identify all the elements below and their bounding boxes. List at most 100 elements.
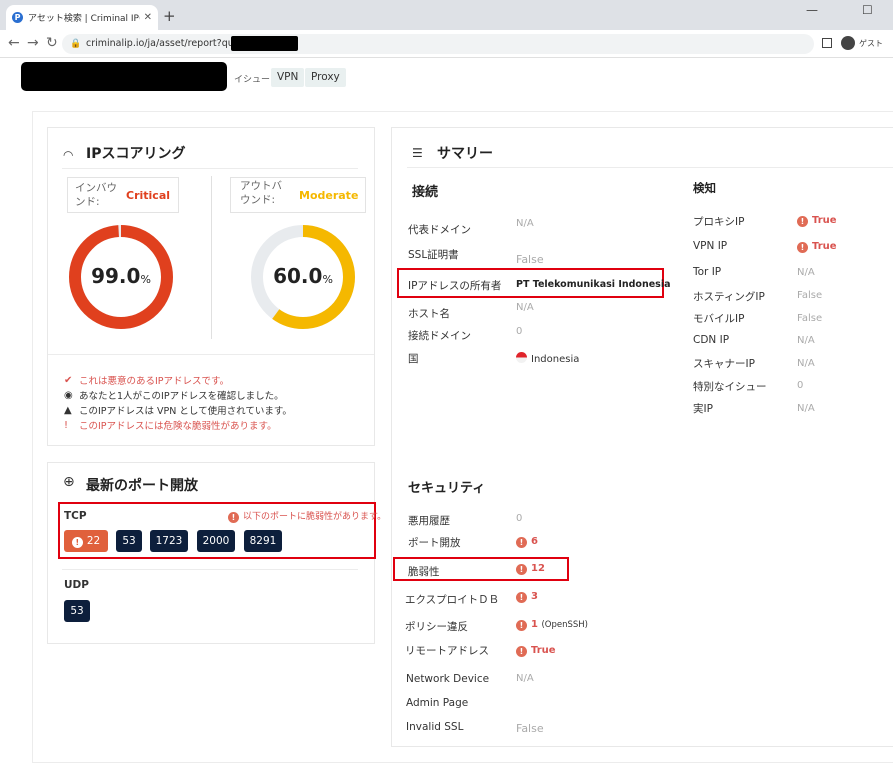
browser-tab[interactable]: P アセット検索 | Criminal IP(クリミ ✕ bbox=[6, 5, 158, 30]
address-bar[interactable]: 🔒 criminalip.io/ja/asset/report?query= bbox=[62, 34, 814, 54]
conn-value-connected-domain: 0 bbox=[516, 326, 523, 337]
det-value-scanner: N/A bbox=[797, 358, 815, 369]
det-value-text: True bbox=[812, 241, 837, 252]
sec-value-abuse: 0 bbox=[516, 513, 523, 524]
det-value-hosting: False bbox=[797, 290, 823, 301]
det-value-special-issue: 0 bbox=[797, 380, 804, 391]
note-text: これは悪意のあるIPアドレスです。 bbox=[79, 376, 230, 387]
badge-proxy: Proxy bbox=[305, 68, 346, 87]
reload-icon[interactable]: ↻ bbox=[46, 35, 58, 51]
profile-avatar-icon[interactable] bbox=[841, 36, 855, 50]
det-label-cdn: CDN IP bbox=[693, 334, 730, 346]
sec-value-open-ports: ! 6 bbox=[516, 536, 538, 548]
summary-title: サマリー bbox=[437, 146, 493, 162]
vuln-note-text: 以下のポートに脆弱性があります。 bbox=[243, 512, 387, 522]
sec-value-vulnerability: ! 12 bbox=[516, 563, 545, 575]
guest-label[interactable]: ゲスト bbox=[859, 38, 883, 49]
inbound-score-value: 99.0 bbox=[91, 264, 141, 288]
alert-icon: ! bbox=[516, 620, 527, 631]
alert-icon: ! bbox=[516, 564, 527, 575]
sec-label-invalid-ssl: Invalid SSL bbox=[406, 721, 464, 733]
conn-label-host: ホスト名 bbox=[408, 308, 450, 320]
conn-value-owner: PT Telekomunikasi Indonesia bbox=[516, 279, 671, 290]
divider bbox=[48, 354, 374, 355]
forward-icon[interactable]: → bbox=[27, 35, 39, 51]
port-53[interactable]: 53 bbox=[116, 530, 142, 552]
sec-value-extra: (OpenSSH) bbox=[541, 620, 588, 630]
sec-label-network-device: Network Device bbox=[406, 673, 490, 685]
udp-label: UDP bbox=[64, 579, 89, 591]
close-tab-icon[interactable]: ✕ bbox=[144, 12, 152, 23]
country-name: Indonesia bbox=[531, 354, 580, 365]
det-value-vpn: ! True bbox=[797, 241, 837, 253]
inbound-score: 99.0% bbox=[66, 264, 176, 288]
conn-label-owner: IPアドレスの所有者 bbox=[408, 280, 502, 292]
new-tab-icon[interactable]: + bbox=[163, 7, 176, 25]
ip-scoring-title: IPスコアリング bbox=[86, 146, 186, 162]
port-8291[interactable]: 8291 bbox=[244, 530, 282, 552]
outbound-label: アウトバウンド: bbox=[240, 180, 282, 206]
note-text: このIPアドレスには危険な脆弱性があります。 bbox=[79, 421, 277, 432]
sec-label-abuse: 悪用履歴 bbox=[408, 515, 450, 527]
outbound-score-value: 60.0 bbox=[273, 264, 323, 288]
redacted-query bbox=[231, 36, 298, 51]
alert-icon: ! bbox=[516, 646, 527, 657]
maximize-icon[interactable]: ☐ bbox=[862, 3, 873, 17]
sec-value-text: True bbox=[531, 645, 556, 656]
alert-icon: ! bbox=[516, 537, 527, 548]
connection-title: 接続 bbox=[412, 185, 439, 200]
det-value-mobile: False bbox=[797, 313, 823, 324]
tcp-label: TCP bbox=[64, 510, 87, 522]
globe-icon: ⊕ bbox=[63, 474, 75, 490]
inbound-label: インバウンド: bbox=[75, 182, 117, 208]
criminalip-favicon-icon: P bbox=[12, 12, 23, 23]
divider bbox=[62, 569, 358, 570]
outbound-percent: % bbox=[322, 273, 333, 286]
det-label-proxy: プロキシIP bbox=[693, 216, 745, 228]
det-value-real-ip: N/A bbox=[797, 403, 815, 414]
inbound-percent: % bbox=[140, 273, 151, 286]
redacted-ip-title bbox=[21, 62, 227, 91]
divider bbox=[62, 168, 358, 169]
det-label-scanner: スキャナーIP bbox=[693, 358, 755, 370]
security-title: セキュリティ bbox=[408, 481, 486, 496]
det-value-proxy: ! True bbox=[797, 215, 837, 227]
det-label-hosting: ホスティングIP bbox=[693, 291, 765, 303]
alert-icon: ! bbox=[71, 537, 83, 548]
back-icon[interactable]: ← bbox=[8, 35, 20, 51]
det-label-real-ip: 実IP bbox=[693, 403, 713, 415]
det-value-text: True bbox=[812, 215, 837, 226]
port-22[interactable]: ! 22 bbox=[64, 530, 108, 552]
alert-circle-icon: ! bbox=[64, 419, 69, 431]
minimize-icon[interactable]: — bbox=[806, 3, 818, 17]
alert-icon: ! bbox=[797, 216, 808, 227]
sec-value-network-device: N/A bbox=[516, 673, 534, 684]
sec-value-text: 3 bbox=[531, 591, 538, 602]
port-2000[interactable]: 2000 bbox=[197, 530, 235, 552]
conn-label-domain: 代表ドメイン bbox=[408, 224, 471, 236]
side-panel-icon[interactable] bbox=[822, 38, 832, 48]
browser-toolbar: ← → ↻ 🔒 criminalip.io/ja/asset/report?qu… bbox=[0, 30, 893, 58]
check-circle-icon: ✔ bbox=[64, 374, 73, 386]
conn-label-ssl: SSL証明書 bbox=[408, 249, 459, 261]
udp-port-53[interactable]: 53 bbox=[64, 600, 90, 622]
indonesia-flag-icon bbox=[516, 352, 527, 363]
vuln-note: ! 以下のポートに脆弱性があります。 bbox=[228, 509, 386, 523]
alert-icon: ! bbox=[797, 242, 808, 253]
note-malicious: ✔ これは悪意のあるIPアドレスです。 bbox=[64, 373, 230, 388]
eye-icon: ◉ bbox=[64, 389, 73, 401]
detection-title: 検知 bbox=[693, 181, 716, 195]
port-1723[interactable]: 1723 bbox=[150, 530, 188, 552]
alert-icon: ! bbox=[516, 592, 527, 603]
note-vulnerability: ! このIPアドレスには危険な脆弱性があります。 bbox=[64, 418, 277, 433]
conn-label-connected-domain: 接続ドメイン bbox=[408, 330, 471, 342]
det-value-cdn: N/A bbox=[797, 335, 815, 346]
det-value-tor: N/A bbox=[797, 267, 815, 278]
gauge-icon: ◠ bbox=[63, 148, 74, 162]
conn-value-country: Indonesia bbox=[516, 352, 579, 365]
sec-value-exploit-db: ! 3 bbox=[516, 591, 538, 603]
conn-value-ssl: False bbox=[516, 253, 544, 266]
lock-icon: 🔒 bbox=[70, 39, 82, 49]
sec-label-admin-page: Admin Page bbox=[406, 697, 469, 709]
det-label-mobile: モバイルIP bbox=[693, 313, 745, 325]
